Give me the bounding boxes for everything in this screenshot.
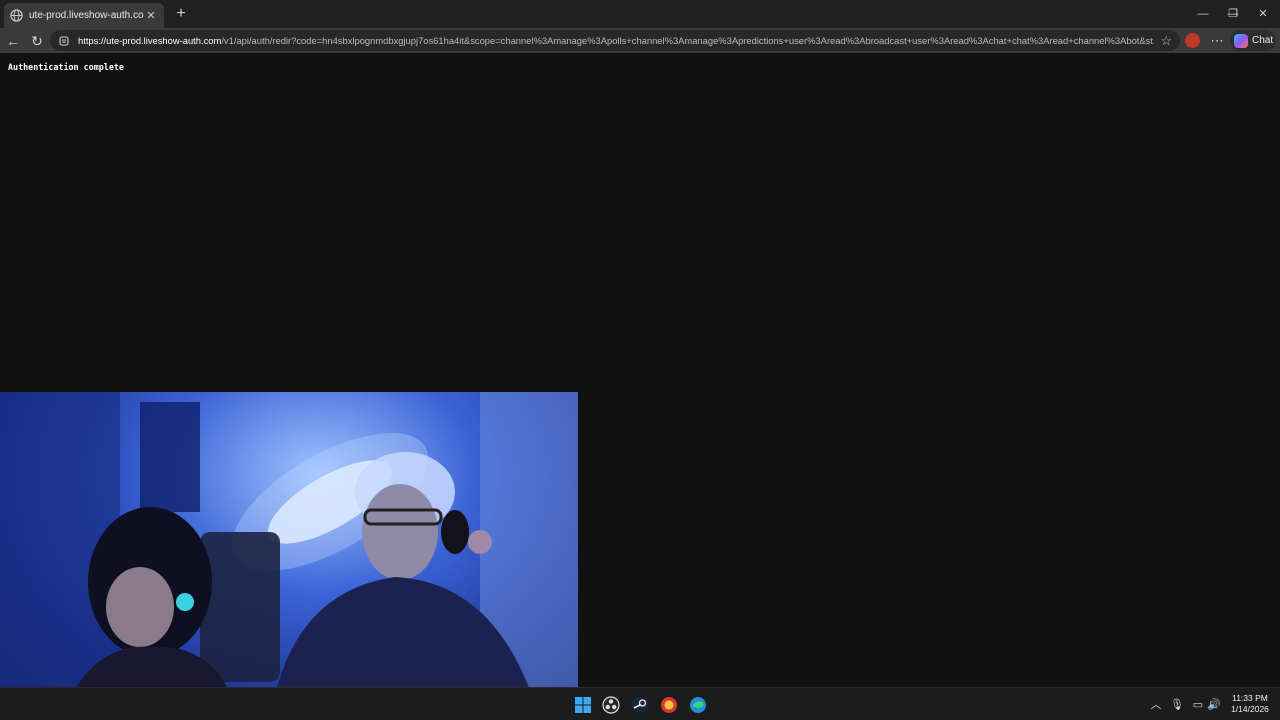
webcam-image	[0, 392, 578, 720]
minimize-icon[interactable]: ―	[1186, 0, 1220, 28]
url-host: https://ute-prod.liveshow-auth.com	[78, 35, 222, 46]
chat-label: Chat	[1252, 35, 1274, 46]
steam-icon[interactable]	[631, 696, 649, 714]
url-path: /v1/api/auth/redir?code=hn4sbxlpognmdbxg…	[221, 35, 1155, 46]
clock-date: 1/14/2026	[1231, 704, 1269, 714]
webcam-feed	[0, 392, 578, 720]
close-tab-icon[interactable]: ✕	[144, 9, 158, 22]
more-icon[interactable]: ⋯	[1208, 31, 1226, 51]
chevron-up-icon[interactable]: ︿	[1149, 698, 1163, 712]
auth-message: Authentication complete	[8, 62, 124, 72]
site-info-icon[interactable]	[58, 35, 70, 47]
address-bar[interactable]: https://ute-prod.liveshow-auth.com/v1/ap…	[50, 30, 1180, 51]
reload-icon[interactable]: ↻	[27, 31, 47, 51]
window-close-icon[interactable]: ✕	[1246, 0, 1280, 28]
tab-strip: ute-prod.liveshow-auth.com/v1/ap ✕ + — ―…	[0, 0, 1280, 28]
browser-tab[interactable]: ute-prod.liveshow-auth.com/v1/ap ✕	[4, 3, 164, 28]
browser-toolbar: ← ↻ https://ute-prod.liveshow-auth.com/v…	[0, 28, 1280, 53]
game-app-icon[interactable]	[660, 696, 678, 714]
chat-button[interactable]: Chat	[1230, 30, 1276, 51]
clock-time: 11:33 PM	[1232, 693, 1268, 703]
globe-icon	[10, 9, 23, 22]
star-icon[interactable]: ☆	[1160, 33, 1172, 49]
back-arrow-icon[interactable]: ←	[3, 31, 23, 51]
copilot-icon	[1234, 33, 1248, 48]
system-clock[interactable]: 11:33 PM 1/14/2026	[1226, 693, 1274, 715]
new-tab-button[interactable]: +	[172, 5, 190, 23]
microphone-icon[interactable]: 🎙	[1170, 698, 1184, 712]
display-icon[interactable]: ▭	[1191, 698, 1205, 712]
restore-icon[interactable]: ❐	[1216, 0, 1250, 28]
obs-icon[interactable]	[602, 696, 620, 714]
tab-title: ute-prod.liveshow-auth.com/v1/ap	[29, 10, 144, 21]
extension-icon[interactable]	[1185, 33, 1200, 48]
url-text[interactable]: https://ute-prod.liveshow-auth.com/v1/ap…	[78, 35, 1154, 46]
volume-icon[interactable]: 🔊	[1207, 698, 1221, 712]
taskbar: ︿ 🎙 ▭ 🔊 11:33 PM 1/14/2026	[0, 687, 1280, 720]
edge-icon[interactable]	[689, 696, 707, 714]
start-icon[interactable]	[574, 696, 592, 714]
